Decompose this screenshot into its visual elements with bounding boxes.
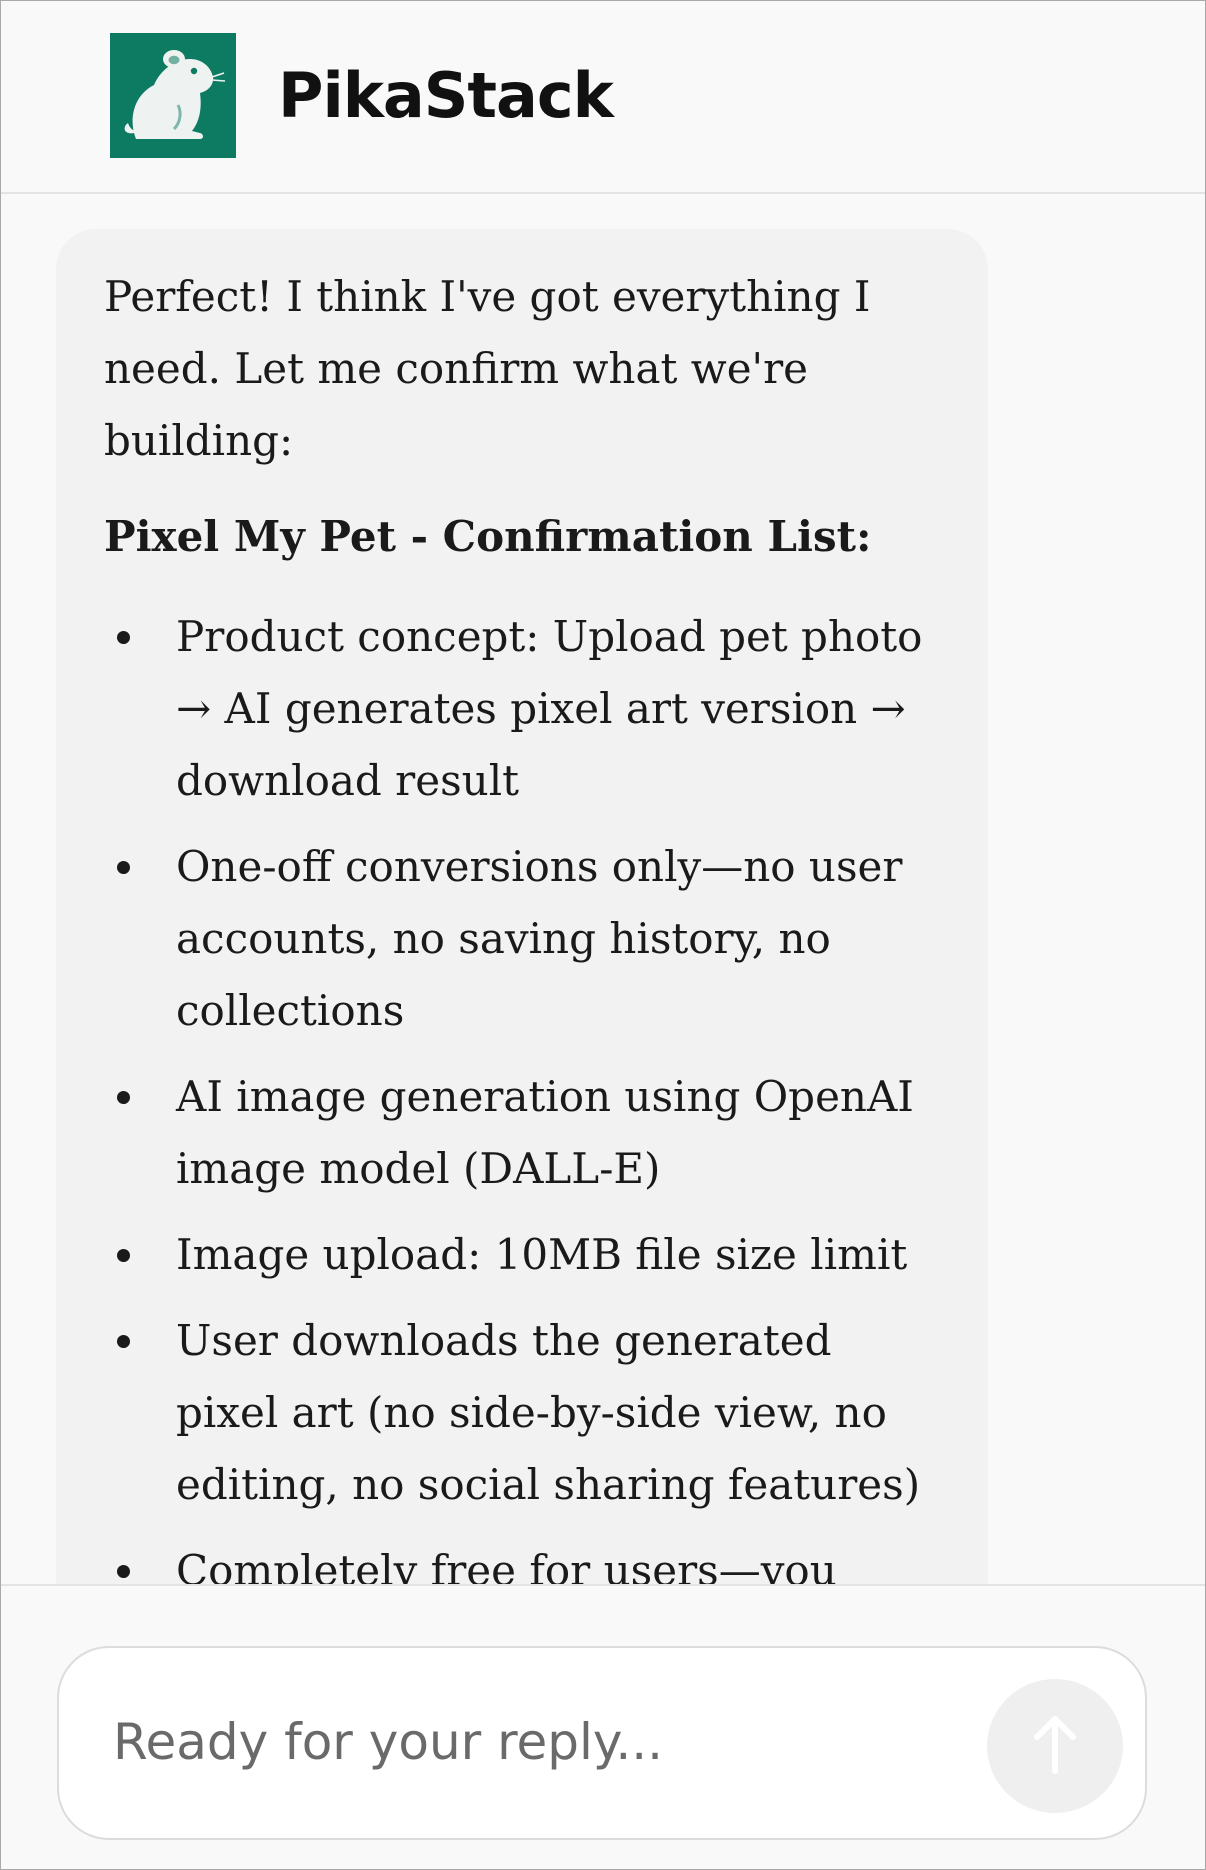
list-item: Completely free for users—you [117, 1535, 942, 1584]
send-button[interactable] [987, 1679, 1123, 1813]
arrow-up-icon [1034, 1716, 1076, 1774]
app-window: PikaStack Perfect! I think I've got ever… [0, 0, 1206, 1870]
message-intro: Perfect! I think I've got everything I n… [104, 272, 871, 465]
message-heading: Pixel My Pet - Confirmation List: [104, 512, 872, 561]
assistant-message: Perfect! I think I've got everything I n… [56, 229, 988, 1584]
reply-composer [57, 1646, 1147, 1840]
list-item: AI image generation using OpenAI image m… [117, 1061, 942, 1205]
composer-area [1, 1584, 1205, 1869]
confirmation-list: Product concept: Upload pet photo → AI g… [104, 601, 942, 1584]
chat-scroll-area[interactable]: Perfect! I think I've got everything I n… [1, 194, 1205, 1584]
app-name: PikaStack [278, 59, 614, 132]
app-header: PikaStack [1, 1, 1205, 194]
list-item: User downloads the generated pixel art (… [117, 1305, 942, 1521]
list-item: Image upload: 10MB file size limit [117, 1219, 942, 1291]
hamster-icon [110, 33, 236, 158]
reply-input[interactable] [113, 1706, 973, 1778]
list-item: Product concept: Upload pet photo → AI g… [117, 601, 942, 817]
list-item: One-off conversions only—no user account… [117, 831, 942, 1047]
